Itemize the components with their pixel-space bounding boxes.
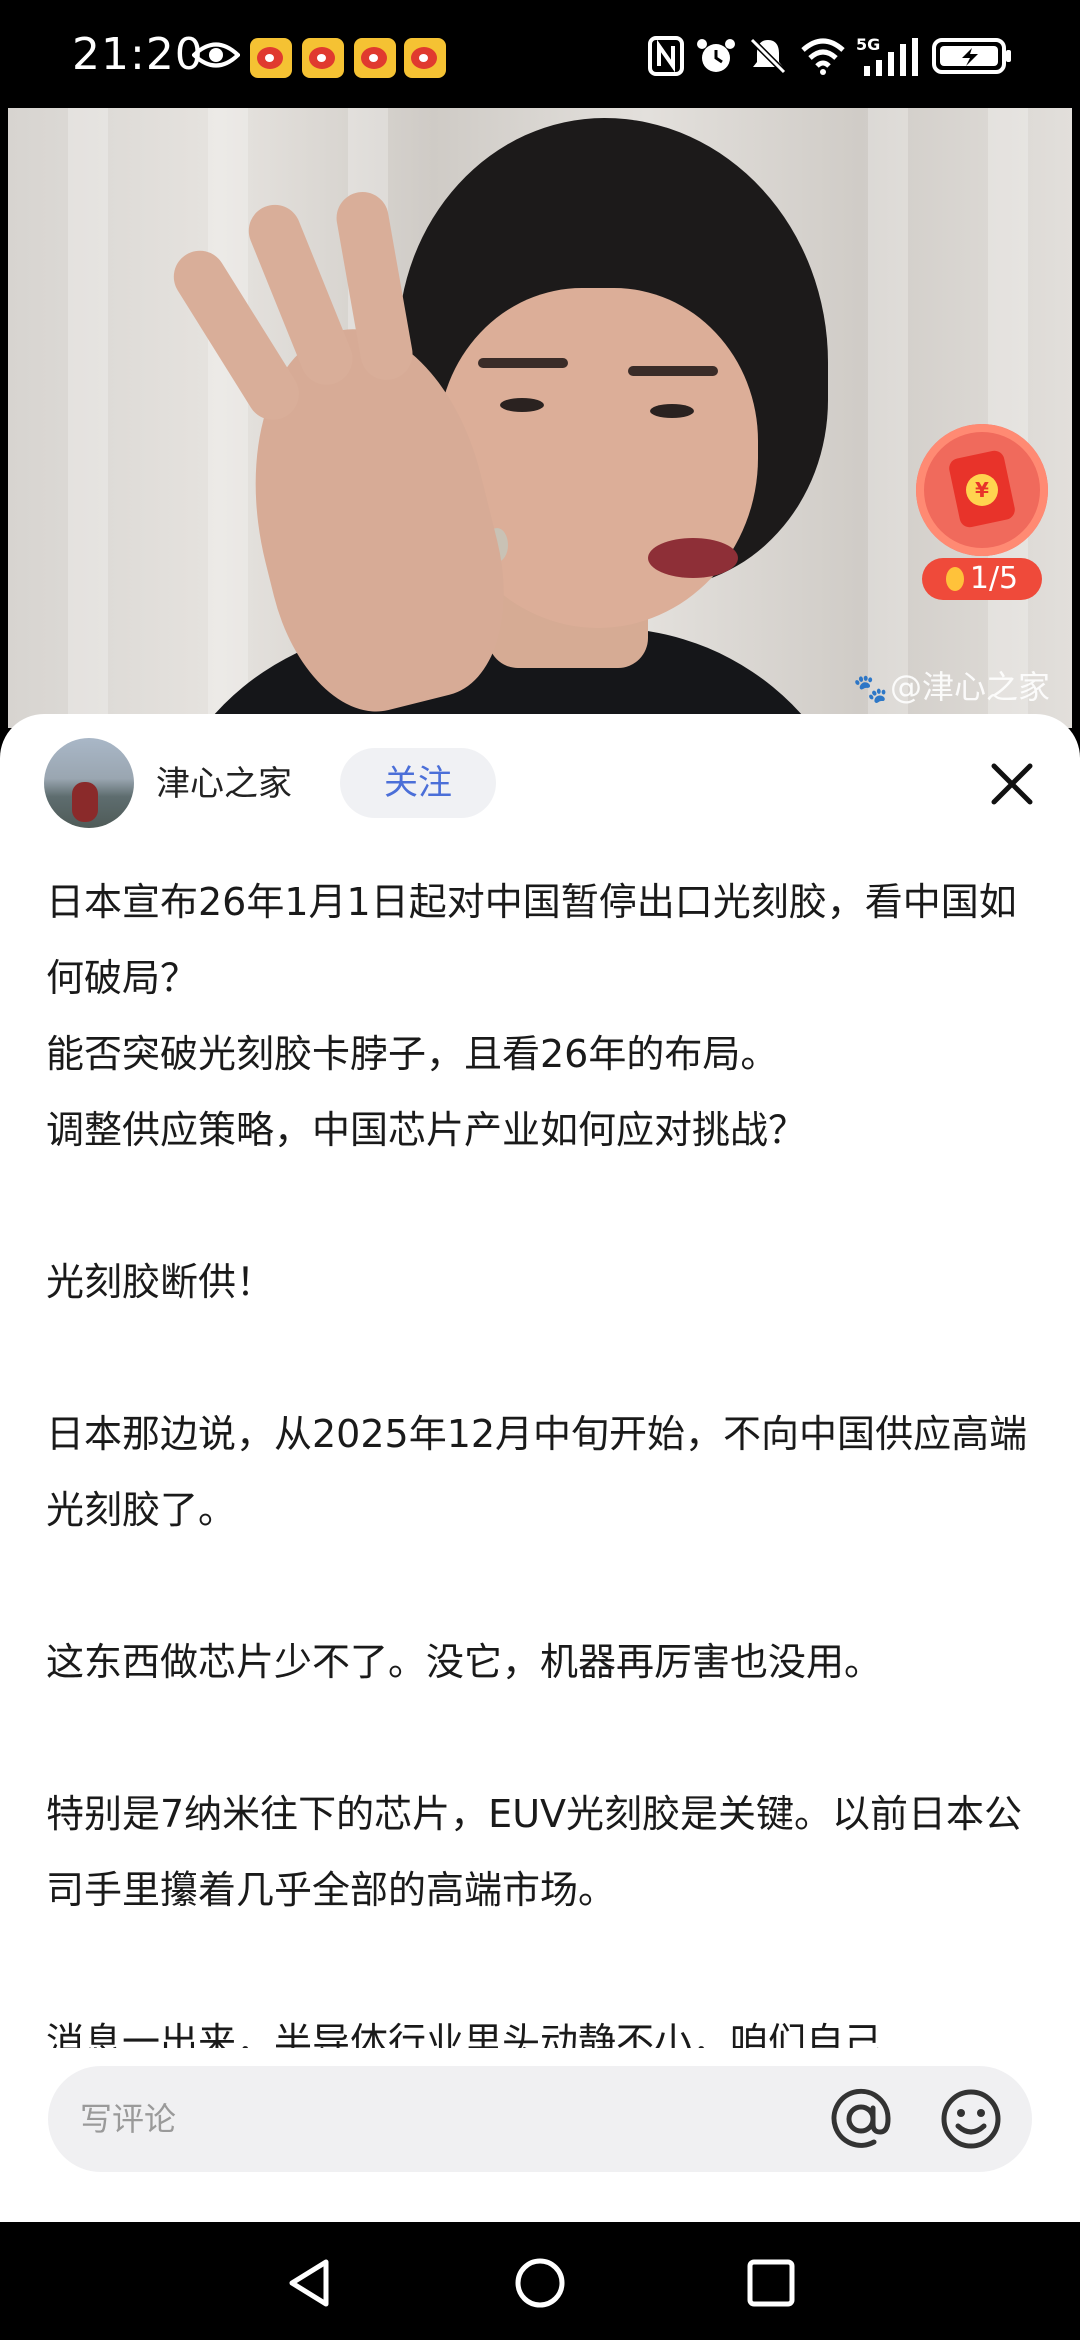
alarm-icon (697, 39, 735, 72)
watermark-text: @津心之家 (889, 668, 1050, 706)
mute-icon (749, 37, 787, 75)
article-paragraph: 日本宣布26年1月1日起对中国暂停出口光刻胶，看中国如何破局？ (46, 880, 1017, 1000)
article-cover-image[interactable]: 🐾@津心之家 (8, 108, 1072, 728)
red-envelope-reward-button[interactable]: ¥ (916, 424, 1048, 556)
author-name[interactable]: 津心之家 (156, 754, 292, 814)
recents-icon[interactable] (744, 2256, 798, 2310)
yuan-coin-icon: ¥ (966, 474, 998, 506)
comment-placeholder: 写评论 (80, 2100, 177, 2138)
article-body: 日本宣布26年1月1日起对中国暂停出口光刻胶，看中国如何破局？ 能否突破光刻胶卡… (46, 864, 1046, 2080)
weibo-icon (250, 38, 292, 78)
article-paragraph: 特别是7纳米往下的芯片，EUV光刻胶是关键。以前日本公司手里攥着几乎全部的高端市… (46, 1792, 1022, 1912)
article-paragraph: 调整供应策略，中国芯片产业如何应对挑战？ (46, 1108, 807, 1152)
comment-bar: 写评论 (0, 2048, 1080, 2222)
status-time: 21:20 (72, 29, 204, 80)
article-sheet: 津心之家 关注 日本宣布26年1月1日起对中国暂停出口光刻胶，看中国如何破局？ … (0, 714, 1080, 2222)
close-icon[interactable] (984, 756, 1040, 812)
author-avatar[interactable] (44, 738, 134, 828)
article-paragraph: 能否突破光刻胶卡脖子，且看26年的布局。 (46, 1032, 779, 1076)
nfc-icon (648, 36, 684, 76)
5g-label: 5G (856, 36, 880, 54)
article-paragraph: 这东西做芯片少不了。没它，机器再厉害也没用。 (46, 1640, 883, 1684)
comment-input[interactable]: 写评论 (48, 2066, 1032, 2172)
reward-counter: 1/5 (922, 558, 1042, 600)
image-watermark: 🐾@津心之家 (853, 662, 1050, 708)
egg-icon (945, 567, 964, 591)
weibo-icon (354, 38, 396, 78)
eye-icon (192, 42, 240, 68)
wifi-icon (801, 38, 845, 75)
weibo-icon (302, 38, 344, 78)
emoji-icon[interactable] (938, 2086, 1004, 2152)
paw-icon: 🐾 (853, 672, 888, 705)
5g-signal-icon: 5G (856, 36, 918, 76)
back-icon[interactable] (282, 2256, 336, 2310)
system-nav-bar (0, 2222, 1080, 2340)
article-paragraph: 光刻胶断供！ (46, 1260, 275, 1304)
home-icon[interactable] (513, 2256, 567, 2310)
screen: 21:20 5G 🐾@津心之家 ¥ 1/5 津心之家 关注 日本宣布26年1月1… (0, 0, 1080, 2340)
battery-charging-icon (932, 38, 1011, 74)
status-bar: 21:20 5G (0, 0, 1080, 108)
at-mention-icon[interactable] (828, 2086, 894, 2152)
article-paragraph: 日本那边说，从2025年12月中旬开始，不向中国供应高端光刻胶了。 (46, 1412, 1028, 1532)
weibo-icon (404, 38, 446, 78)
follow-button[interactable]: 关注 (340, 748, 496, 818)
